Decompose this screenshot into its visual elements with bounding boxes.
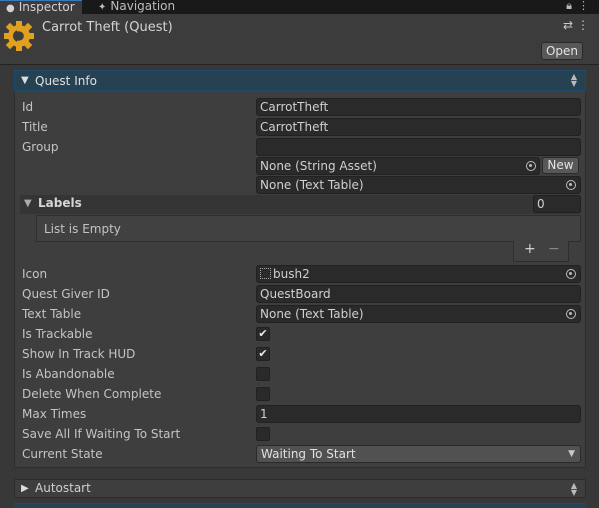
tab-navigation-label: Navigation xyxy=(110,0,176,13)
is-trackable-label: Is Trackable xyxy=(22,327,93,341)
navigation-icon: ✦ xyxy=(98,2,107,13)
icon-label: Icon xyxy=(22,267,48,281)
quest-gear-icon xyxy=(4,21,34,51)
foldout-expanded-icon: ▼ xyxy=(24,198,32,209)
next-section-header[interactable] xyxy=(14,503,586,508)
tab-bar: ● Inspector ✦ Navigation 🔒︎⋮ xyxy=(0,0,599,14)
reorder-icon[interactable]: ▲ ▼ xyxy=(571,73,577,88)
quest-info-foldout[interactable]: ▼ Quest Info ▲ ▼ xyxy=(14,70,586,91)
more-menu-icon[interactable]: ⋮ xyxy=(577,18,593,32)
text-table-label: Text Table xyxy=(22,307,82,321)
current-state-dropdown[interactable]: Waiting To Start ▼ xyxy=(256,445,581,463)
save-all-if-waiting-label: Save All If Waiting To Start xyxy=(22,427,181,441)
labels-label: Labels xyxy=(38,196,82,210)
sprite-icon xyxy=(260,268,271,279)
remove-item-button[interactable]: − xyxy=(548,241,560,257)
group-field[interactable] xyxy=(256,138,581,156)
is-trackable-checkbox[interactable]: ✔ xyxy=(256,327,270,341)
list-empty-text: List is Empty xyxy=(44,222,121,236)
current-state-value: Waiting To Start xyxy=(261,447,356,461)
inspector-header: Carrot Theft (Quest) ⇄⋮ Open xyxy=(0,14,599,64)
object-picker-icon[interactable] xyxy=(526,161,536,171)
foldout-collapsed-icon: ▶ xyxy=(21,483,29,494)
quest-giver-id-field[interactable]: QuestBoard xyxy=(256,285,581,303)
object-title: Carrot Theft (Quest) xyxy=(42,20,173,35)
new-button[interactable]: New xyxy=(542,157,579,174)
show-in-track-hud-label: Show In Track HUD xyxy=(22,347,136,361)
open-button[interactable]: Open xyxy=(541,42,583,60)
tab-options[interactable]: 🔒︎⋮ xyxy=(566,0,595,14)
is-abandonable-label: Is Abandonable xyxy=(22,367,115,381)
dropdown-arrow-icon: ▼ xyxy=(568,449,575,459)
header-icons: ⇄⋮ xyxy=(563,18,593,32)
tab-navigation[interactable]: ✦ Navigation xyxy=(96,0,175,14)
object-picker-icon[interactable] xyxy=(566,309,576,319)
max-times-label: Max Times xyxy=(22,407,87,421)
info-icon: ● xyxy=(6,3,15,14)
group-label: Group xyxy=(22,140,59,154)
tab-inspector[interactable]: ● Inspector xyxy=(0,0,82,14)
lock-icon[interactable]: 🔒︎ xyxy=(566,0,578,12)
delete-when-complete-label: Delete When Complete xyxy=(22,387,162,401)
max-times-field[interactable]: 1 xyxy=(256,405,581,423)
delete-when-complete-checkbox[interactable] xyxy=(256,387,270,401)
group-string-asset-field[interactable]: None (String Asset) xyxy=(256,157,540,175)
add-item-button[interactable]: + xyxy=(524,241,536,257)
group-text-table-field[interactable]: None (Text Table) xyxy=(256,176,581,194)
icon-field[interactable]: bush2 xyxy=(256,265,581,283)
quest-giver-id-label: Quest Giver ID xyxy=(22,287,110,301)
labels-foldout[interactable]: ▼ Labels xyxy=(20,195,581,214)
quest-info-label: Quest Info xyxy=(35,74,97,88)
id-field[interactable]: CarrotTheft xyxy=(256,98,581,116)
reorder-icon[interactable]: ▲ ▼ xyxy=(571,482,577,497)
settings-sliders-icon[interactable]: ⇄ xyxy=(563,18,577,32)
labels-list: List is Empty xyxy=(36,215,581,242)
foldout-expanded-icon: ▼ xyxy=(21,75,29,86)
current-state-label: Current State xyxy=(22,447,103,461)
autostart-foldout[interactable]: ▶ Autostart ▲ ▼ xyxy=(14,479,586,498)
show-in-track-hud-checkbox[interactable]: ✔ xyxy=(256,347,270,361)
autostart-label: Autostart xyxy=(35,481,91,495)
text-table-field[interactable]: None (Text Table) xyxy=(256,305,581,323)
is-abandonable-checkbox[interactable] xyxy=(256,367,270,381)
list-footer: + − xyxy=(513,241,569,262)
object-picker-icon[interactable] xyxy=(566,180,576,190)
id-label: Id xyxy=(22,100,34,114)
tab-inspector-label: Inspector xyxy=(18,0,75,14)
title-field[interactable]: CarrotTheft xyxy=(256,118,581,136)
object-picker-icon[interactable] xyxy=(566,269,576,279)
menu-icon[interactable]: ⋮ xyxy=(578,0,595,12)
title-label: Title xyxy=(22,120,48,134)
save-all-if-waiting-checkbox[interactable] xyxy=(256,427,270,441)
labels-count-field[interactable]: 0 xyxy=(533,195,581,213)
icon-field-value: bush2 xyxy=(273,267,310,281)
header-divider xyxy=(0,64,599,65)
